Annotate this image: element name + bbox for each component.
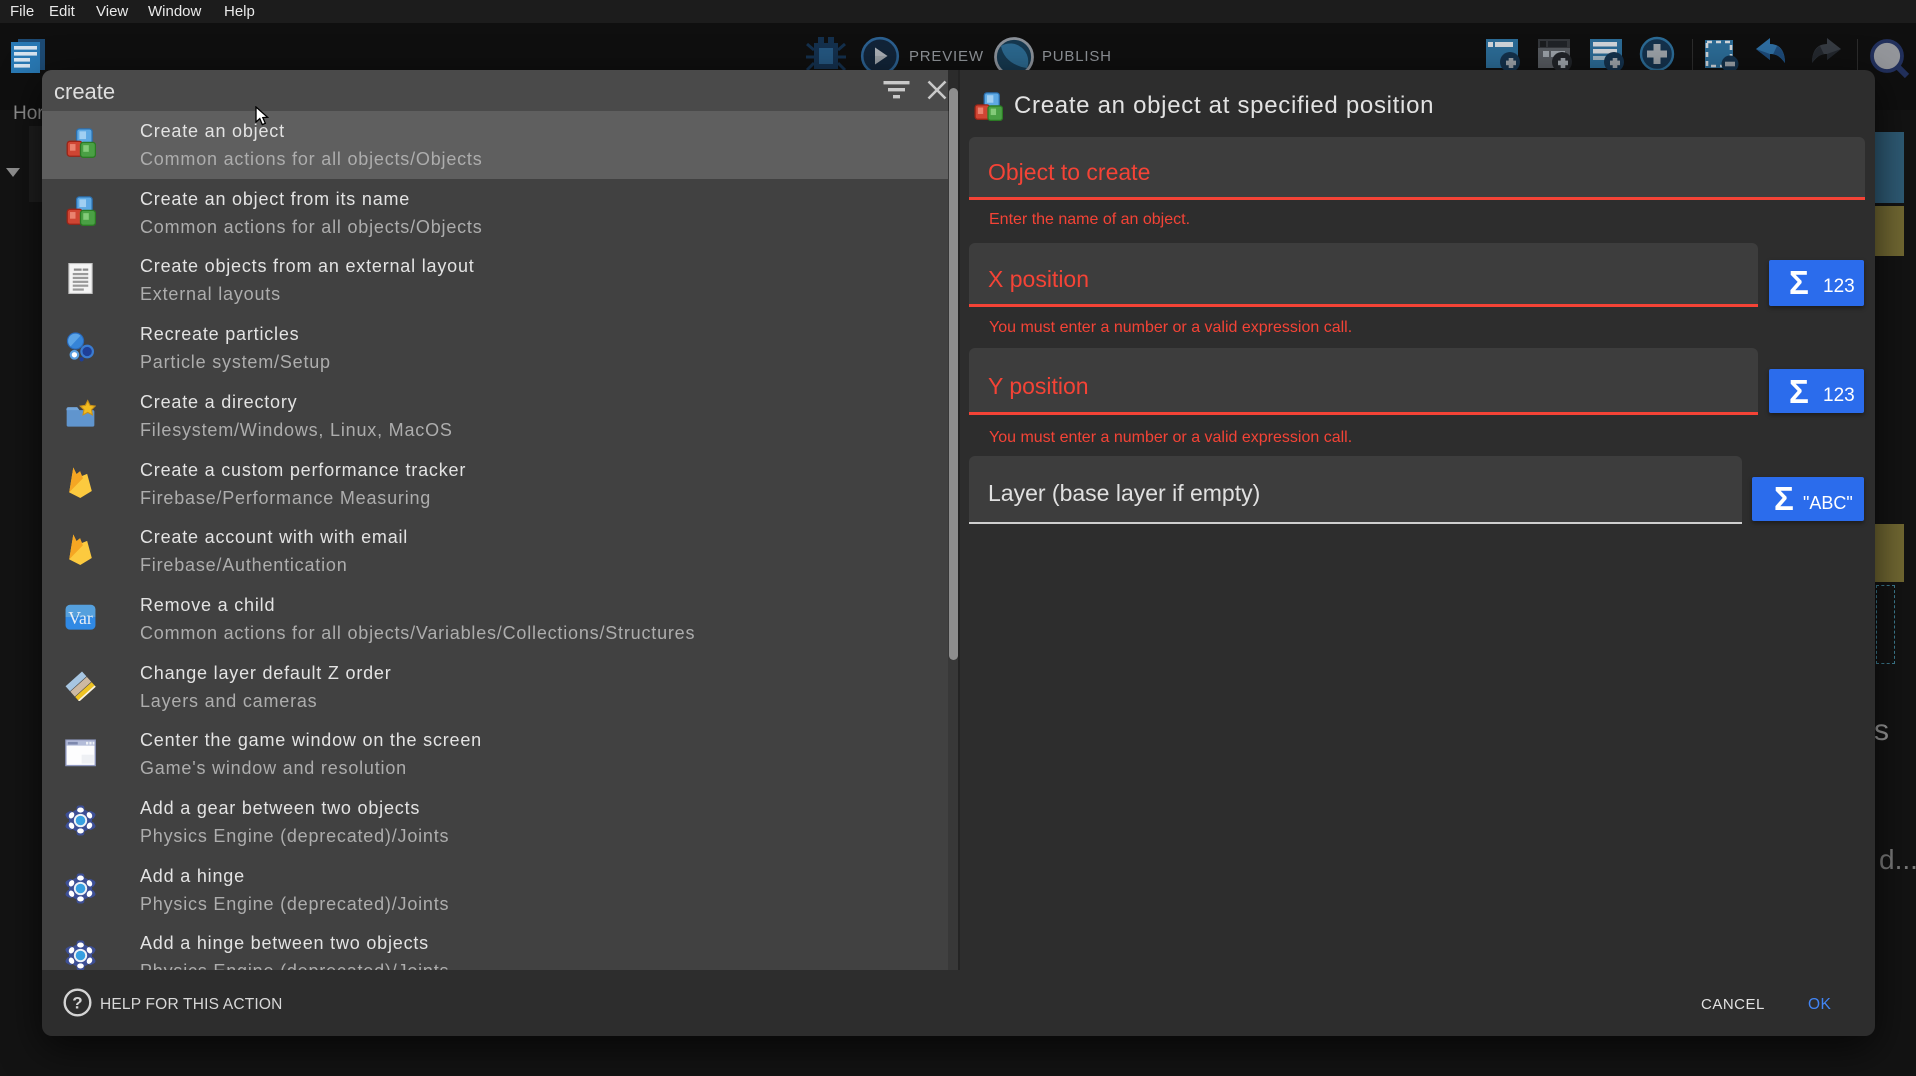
svg-text:Var: Var xyxy=(68,608,93,628)
svg-text:?: ? xyxy=(72,994,82,1013)
